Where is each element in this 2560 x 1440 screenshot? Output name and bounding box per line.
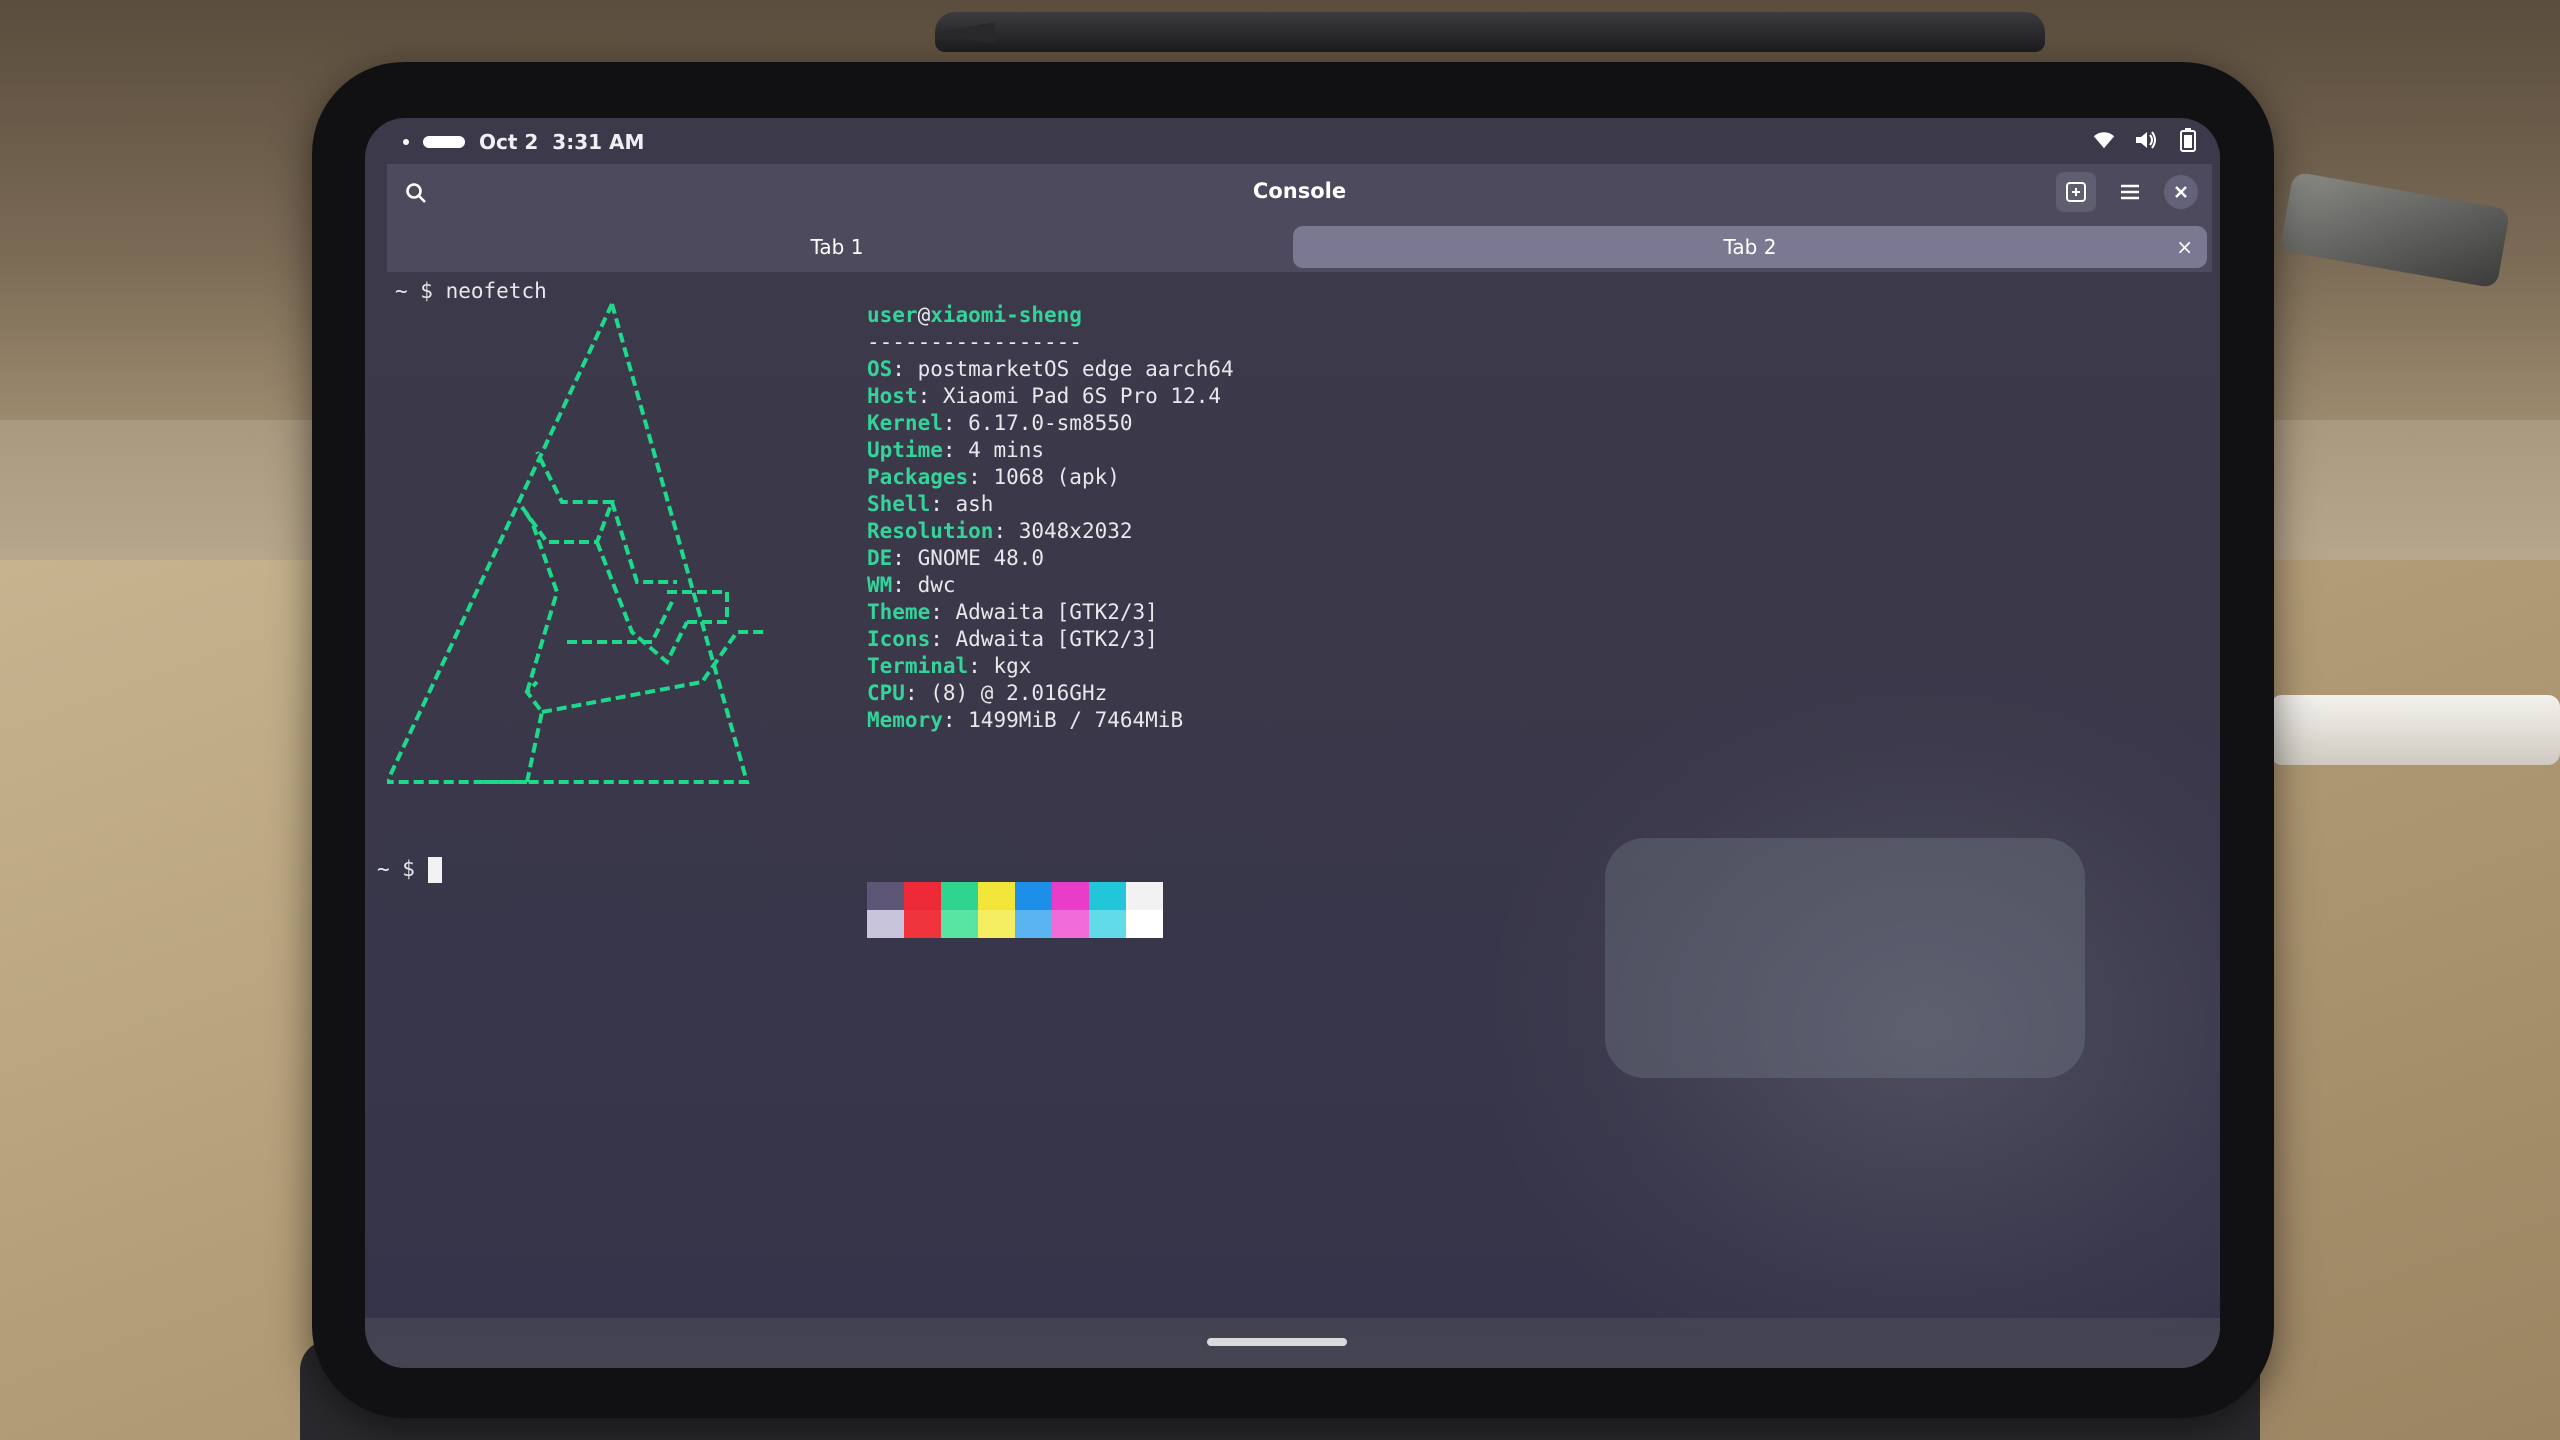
info-row: Resolution: 3048x2032: [867, 519, 1133, 543]
info-key: Icons: [867, 627, 931, 651]
status-date[interactable]: Oct 2: [479, 130, 538, 154]
color-swatch: [867, 882, 904, 910]
info-value: 1068 (apk): [993, 465, 1120, 489]
tablet-screen: Oct 2 3:31 AM Console Tab 1 Tab 2 × ~ $ …: [365, 118, 2220, 1368]
color-swatch: [1089, 910, 1126, 938]
tab-1[interactable]: Tab 1: [387, 226, 1287, 268]
tab-bar: Tab 1 Tab 2 ×: [387, 220, 2212, 272]
info-value: postmarketOS edge aarch64: [917, 357, 1234, 381]
volume-icon[interactable]: [2134, 128, 2158, 152]
terminal-output[interactable]: ~ $ neofetch user@xiaomi-sheng ---------…: [377, 272, 2212, 1332]
system-statusbar: Oct 2 3:31 AM: [365, 118, 2220, 164]
info-key: Host: [867, 384, 918, 408]
info-value: 6.17.0-sm8550: [968, 411, 1133, 435]
info-key: Resolution: [867, 519, 994, 543]
info-value: Adwaita [GTK2/3]: [955, 627, 1158, 651]
wifi-icon[interactable]: [2092, 128, 2116, 152]
console-headerbar: Console: [387, 164, 2212, 220]
info-key: Shell: [867, 492, 931, 516]
info-row: Packages: 1068 (apk): [867, 465, 1120, 489]
info-row: DE: GNOME 48.0: [867, 546, 1045, 570]
info-value: 3048x2032: [1018, 519, 1133, 543]
postmarketos-logo-icon: [387, 303, 767, 784]
hostname: xiaomi-sheng: [930, 303, 1082, 327]
info-row: Host: Xiaomi Pad 6S Pro 12.4: [867, 384, 1222, 408]
status-time[interactable]: 3:31 AM: [552, 130, 644, 154]
info-row: Uptime: 4 mins: [867, 438, 1045, 462]
info-row: Shell: ash: [867, 492, 994, 516]
stylus-pen: [935, 12, 2045, 52]
activities-pill-icon[interactable]: [423, 136, 465, 148]
color-swatch: [941, 882, 978, 910]
tab-2[interactable]: Tab 2 ×: [1293, 226, 2207, 268]
separator-line: -----------------: [867, 330, 1082, 354]
username: user: [867, 303, 918, 327]
usb-cable: [2270, 695, 2560, 765]
info-row: WM: dwc: [867, 573, 956, 597]
info-key: CPU: [867, 681, 905, 705]
color-swatch: [941, 910, 978, 938]
info-key: Uptime: [867, 438, 943, 462]
info-value: kgx: [993, 654, 1032, 678]
at-sign: @: [917, 303, 931, 327]
info-value: 1499MiB / 7464MiB: [968, 708, 1184, 732]
color-swatch: [1126, 882, 1163, 910]
system-info: user@xiaomi-sheng ----------------- OS: …: [867, 302, 1234, 734]
prompt: ~ $: [377, 857, 415, 881]
close-icon: [2175, 186, 2187, 198]
info-row: Terminal: kgx: [867, 654, 1032, 678]
active-prompt[interactable]: ~ $: [377, 856, 442, 883]
info-value: ash: [955, 492, 994, 516]
info-key: Packages: [867, 465, 969, 489]
color-swatch: [1015, 882, 1052, 910]
color-swatch: [867, 910, 904, 938]
main-menu-button[interactable]: [2110, 172, 2150, 212]
color-swatch: [1052, 882, 1089, 910]
info-key: OS: [867, 357, 893, 381]
tab-close-icon[interactable]: ×: [2176, 235, 2193, 259]
info-row: Kernel: 6.17.0-sm8550: [867, 411, 1133, 435]
color-swatch: [978, 910, 1015, 938]
color-swatch: [1089, 882, 1126, 910]
info-key: Memory: [867, 708, 943, 732]
info-value: 4 mins: [968, 438, 1045, 462]
color-swatch: [978, 882, 1015, 910]
color-swatch: [904, 910, 941, 938]
activity-dot-icon: [403, 139, 409, 145]
color-swatch: [1052, 910, 1089, 938]
info-row: Memory: 1499MiB / 7464MiB: [867, 708, 1184, 732]
info-key: Terminal: [867, 654, 969, 678]
tab-2-label: Tab 2: [1723, 235, 1777, 259]
hamburger-menu-icon: [2121, 184, 2139, 200]
close-window-button[interactable]: [2164, 175, 2198, 209]
info-value: (8) @ 2.016GHz: [930, 681, 1108, 705]
info-value: Xiaomi Pad 6S Pro 12.4: [942, 384, 1222, 408]
info-key: DE: [867, 546, 893, 570]
text-cursor: [427, 857, 442, 883]
info-key: WM: [867, 573, 893, 597]
info-row: Theme: Adwaita [GTK2/3]: [867, 600, 1158, 624]
info-row: OS: postmarketOS edge aarch64: [867, 357, 1234, 381]
color-swatch: [1015, 910, 1052, 938]
new-tab-button[interactable]: [2056, 172, 2096, 212]
user-host-line: user@xiaomi-sheng: [867, 302, 1234, 329]
info-key: Kernel: [867, 411, 943, 435]
window-title: Console: [1252, 179, 1347, 203]
tab-1-label: Tab 1: [810, 235, 864, 259]
info-key: Theme: [867, 600, 931, 624]
color-swatch: [1126, 910, 1163, 938]
color-palette: [867, 882, 1163, 938]
home-indicator[interactable]: [1207, 1338, 1347, 1346]
info-value: Adwaita [GTK2/3]: [955, 600, 1158, 624]
info-row: CPU: (8) @ 2.016GHz: [867, 681, 1108, 705]
color-swatch: [904, 882, 941, 910]
battery-icon[interactable]: [2176, 128, 2200, 152]
tab-overview-icon: [2066, 182, 2086, 202]
info-value: dwc: [917, 573, 956, 597]
info-value: GNOME 48.0: [917, 546, 1045, 570]
info-row: Icons: Adwaita [GTK2/3]: [867, 627, 1158, 651]
